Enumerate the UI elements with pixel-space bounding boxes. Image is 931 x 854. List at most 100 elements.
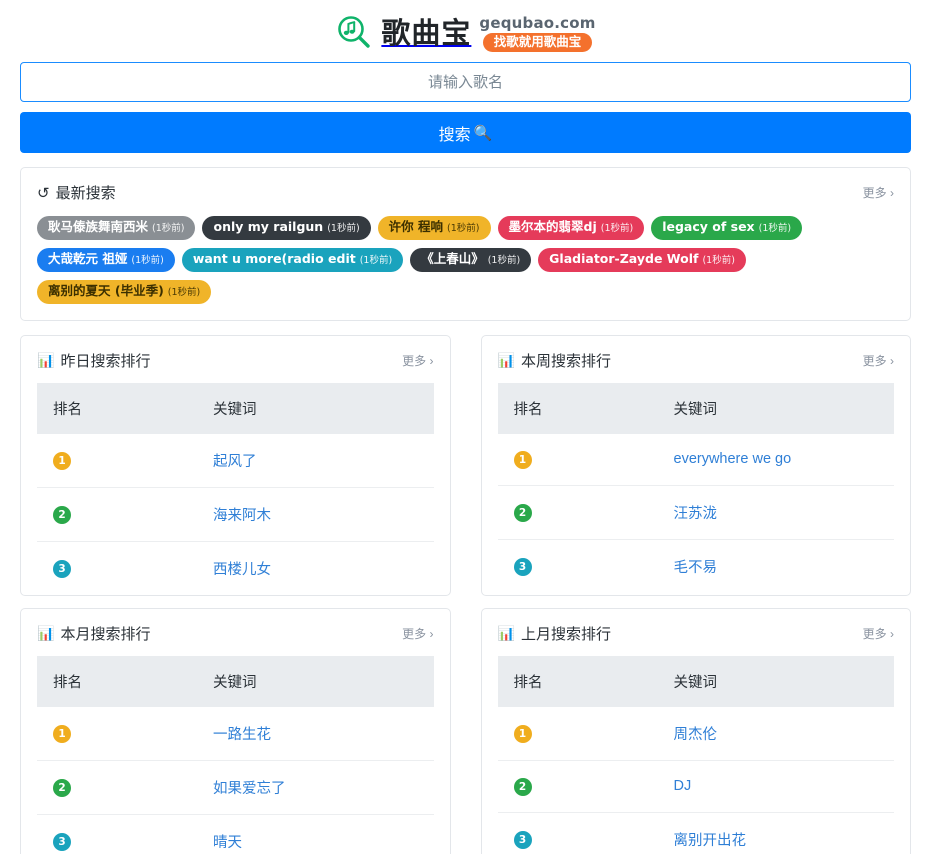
recent-search-tag[interactable]: 耿马傣族舞南西米 (1秒前) <box>37 216 196 240</box>
keyword-link[interactable]: 如果爱忘了 <box>213 781 286 797</box>
rank-card: 📊 上月搜索排行 更多 › 排名 关键词 1 周杰伦 2 DJ 3 离别开出花 <box>480 607 911 854</box>
keyword-cell: 一路生花 <box>197 706 434 761</box>
keyword-column-header: 关键词 <box>197 382 434 434</box>
rank-badge: 3 <box>513 557 532 576</box>
rank-table-header-row: 排名 关键词 <box>37 655 434 707</box>
tag-label: legacy of sex <box>662 219 755 234</box>
recent-search-title-wrap: ↺ 最新搜索 <box>37 182 116 203</box>
search-section: 搜索 🔍 <box>20 62 911 153</box>
tag-label: 墨尔本的翡翠dj <box>508 219 597 234</box>
tag-label: Gladiator-Zayde Wolf <box>549 250 699 266</box>
rank-card: 📊 本月搜索排行 更多 › 排名 关键词 1 一路生花 2 如果爱忘了 3 晴天 <box>20 607 451 854</box>
site-logo[interactable]: 歌曲宝 <box>335 14 471 52</box>
rank-cell: 1 <box>497 433 658 486</box>
rank-cell: 1 <box>497 706 658 761</box>
tag-time-ago: (1秒前) <box>167 286 201 298</box>
keyword-cell: 离别开出花 <box>658 812 895 854</box>
rank-card: 📊 本周搜索排行 更多 › 排名 关键词 1 everywhere we go 2 汪苏泷 3 毛不… <box>480 334 911 596</box>
rank-column-header: 排名 <box>37 655 197 707</box>
rank-table-header-row: 排名 关键词 <box>37 382 434 434</box>
rank-cell: 3 <box>498 812 658 854</box>
keyword-link[interactable]: everywhere we go <box>674 451 792 467</box>
rank-badge: 3 <box>53 559 71 578</box>
rank-column-header: 排名 <box>497 655 658 707</box>
rank-cell: 2 <box>37 760 197 815</box>
keyword-link[interactable]: 一路生花 <box>213 727 271 743</box>
keyword-column-header: 关键词 <box>657 655 894 707</box>
table-row: 3 晴天 <box>37 814 434 854</box>
table-row: 3 离别开出花 <box>498 812 895 854</box>
keyword-link[interactable]: 晴天 <box>213 835 242 851</box>
recent-search-more-link[interactable]: 更多 › <box>863 184 894 201</box>
rank-card: 📊 昨日搜索排行 更多 › 排名 关键词 1 起风了 2 海来阿木 3 西楼儿女 <box>20 334 451 596</box>
keyword-cell: 汪苏泷 <box>657 485 894 540</box>
keyword-link[interactable]: 汪苏泷 <box>674 506 718 522</box>
recent-search-tag[interactable]: legacy of sex (1秒前) <box>651 216 803 240</box>
search-button[interactable]: 搜索 🔍 <box>20 112 911 153</box>
table-row: 2 海来阿木 <box>37 487 434 542</box>
recent-search-tag[interactable]: 大哉乾元 祖娅 (1秒前) <box>37 247 175 272</box>
rank-section: 📊 昨日搜索排行 更多 › 排名 关键词 1 起风了 2 海来阿木 3 西楼儿女 📊 本周搜索排行 更多 … <box>20 334 911 854</box>
rank-badge: 1 <box>513 724 532 743</box>
tag-label: 耿马傣族舞南西米 <box>48 219 149 234</box>
bar-chart-icon: 📊 <box>37 625 55 642</box>
keyword-cell: 海来阿木 <box>197 487 434 542</box>
tag-label: only my railgun <box>213 219 324 234</box>
recent-search-tag[interactable]: only my railgun (1秒前) <box>202 216 371 240</box>
rank-card-title: 本周搜索排行 <box>520 352 611 370</box>
tag-time-ago: (1秒前) <box>487 254 521 266</box>
rank-card-title-wrap: 📊 本周搜索排行 <box>498 350 611 371</box>
keyword-link[interactable]: 海来阿木 <box>213 508 271 524</box>
keyword-cell: everywhere we go <box>657 433 894 486</box>
rank-card-more-link[interactable]: 更多 › <box>402 625 433 642</box>
recent-search-tag[interactable]: 许你 程响 (1秒前) <box>377 216 491 240</box>
tag-time-ago: (1秒前) <box>131 254 164 266</box>
recent-search-tag[interactable]: 离别的夏天 (毕业季) (1秒前) <box>37 279 212 304</box>
search-input[interactable] <box>20 62 911 102</box>
recent-search-tag[interactable]: 墨尔本的翡翠dj (1秒前) <box>497 216 645 240</box>
brand-block: gequbao.com 找歌就用歌曲宝 <box>479 15 595 53</box>
recent-search-tag[interactable]: want u more(radio edit (1秒前) <box>181 247 404 272</box>
music-search-icon <box>335 14 373 52</box>
recent-search-tag[interactable]: 《上春山》 (1秒前) <box>410 247 532 272</box>
keyword-link[interactable]: 离别开出花 <box>674 833 747 849</box>
table-row: 1 起风了 <box>37 433 434 488</box>
keyword-link[interactable]: 毛不易 <box>674 560 718 576</box>
tag-time-ago: (1秒前) <box>702 254 735 266</box>
brand-slogan-badge: 找歌就用歌曲宝 <box>482 32 593 53</box>
recent-search-title: 最新搜索 <box>55 185 116 202</box>
rank-cell: 3 <box>37 541 197 595</box>
rank-badge: 2 <box>53 505 71 524</box>
rank-cell: 2 <box>37 487 197 542</box>
rank-cell: 3 <box>498 539 658 593</box>
rank-card-title-wrap: 📊 本月搜索排行 <box>37 623 150 644</box>
tag-label: 《上春山》 <box>421 250 484 266</box>
rank-card-more-link[interactable]: 更多 › <box>863 352 894 369</box>
keyword-cell: 如果爱忘了 <box>197 760 434 815</box>
recent-search-tag[interactable]: Gladiator-Zayde Wolf (1秒前) <box>538 247 746 272</box>
keyword-cell: 毛不易 <box>658 539 895 593</box>
keyword-cell: 周杰伦 <box>657 706 894 761</box>
rank-badge: 2 <box>513 777 532 796</box>
keyword-link[interactable]: DJ <box>674 778 692 794</box>
keyword-link[interactable]: 西楼儿女 <box>213 562 271 578</box>
table-row: 1 everywhere we go <box>497 433 894 486</box>
table-row: 2 汪苏泷 <box>497 485 894 540</box>
keyword-link[interactable]: 起风了 <box>213 454 257 470</box>
rank-card-header: 📊 上月搜索排行 更多 › <box>498 623 895 644</box>
rank-badge: 1 <box>53 724 71 743</box>
keyword-link[interactable]: 周杰伦 <box>674 727 718 743</box>
search-button-label: 搜索 <box>438 126 471 144</box>
page-root: 歌曲宝 gequbao.com 找歌就用歌曲宝 搜索 🔍 ↺ 最新搜索 更多 ›… <box>0 0 931 854</box>
rank-card-title: 昨日搜索排行 <box>60 352 151 370</box>
rank-table: 排名 关键词 1 起风了 2 海来阿木 3 西楼儿女 <box>37 382 434 595</box>
keyword-cell: 起风了 <box>197 433 434 488</box>
rank-card-more-link[interactable]: 更多 › <box>863 625 894 642</box>
tag-time-ago: (1秒前) <box>600 223 634 234</box>
rank-card-header: 📊 昨日搜索排行 更多 › <box>37 350 434 371</box>
bar-chart-icon: 📊 <box>497 352 515 369</box>
keyword-column-header: 关键词 <box>657 382 894 434</box>
rank-table: 排名 关键词 1 everywhere we go 2 汪苏泷 3 毛不易 <box>497 382 895 593</box>
rank-column-header: 排名 <box>497 382 658 434</box>
rank-card-more-link[interactable]: 更多 › <box>402 352 433 369</box>
